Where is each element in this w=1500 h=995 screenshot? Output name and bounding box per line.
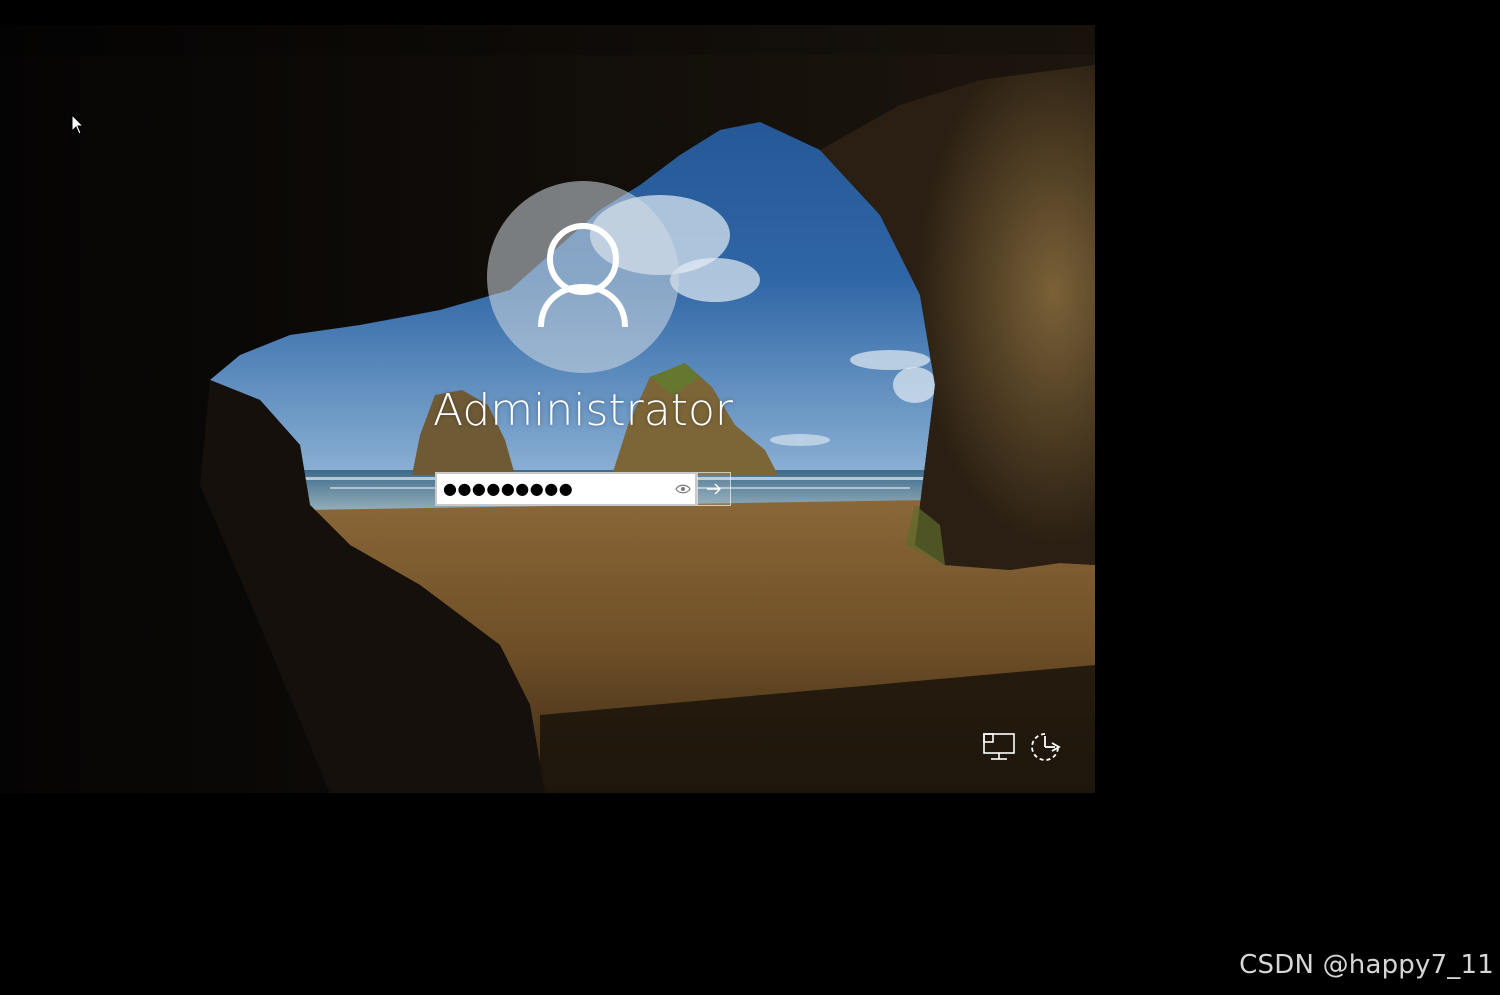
- eye-icon[interactable]: [675, 482, 691, 496]
- arrow-right-icon: [707, 483, 721, 495]
- mouse-pointer-icon: [71, 114, 85, 135]
- username-label: Administrator: [433, 385, 733, 436]
- watermark-text: CSDN @happy7_11: [1239, 950, 1494, 980]
- submit-button[interactable]: [697, 472, 731, 506]
- user-avatar: [487, 181, 679, 373]
- screen: Administrator ●●●●●●●●● CSDN @happy7_11: [0, 0, 1500, 995]
- password-input[interactable]: ●●●●●●●●●: [443, 474, 668, 504]
- ease-of-access-button[interactable]: [1029, 731, 1065, 763]
- user-silhouette-icon: [538, 223, 628, 328]
- ease-of-access-icon: [1031, 733, 1061, 761]
- network-button[interactable]: [981, 731, 1017, 763]
- network-icon: [983, 733, 1015, 760]
- lock-screen: Administrator ●●●●●●●●●: [0, 25, 1095, 793]
- password-field[interactable]: ●●●●●●●●●: [435, 472, 697, 506]
